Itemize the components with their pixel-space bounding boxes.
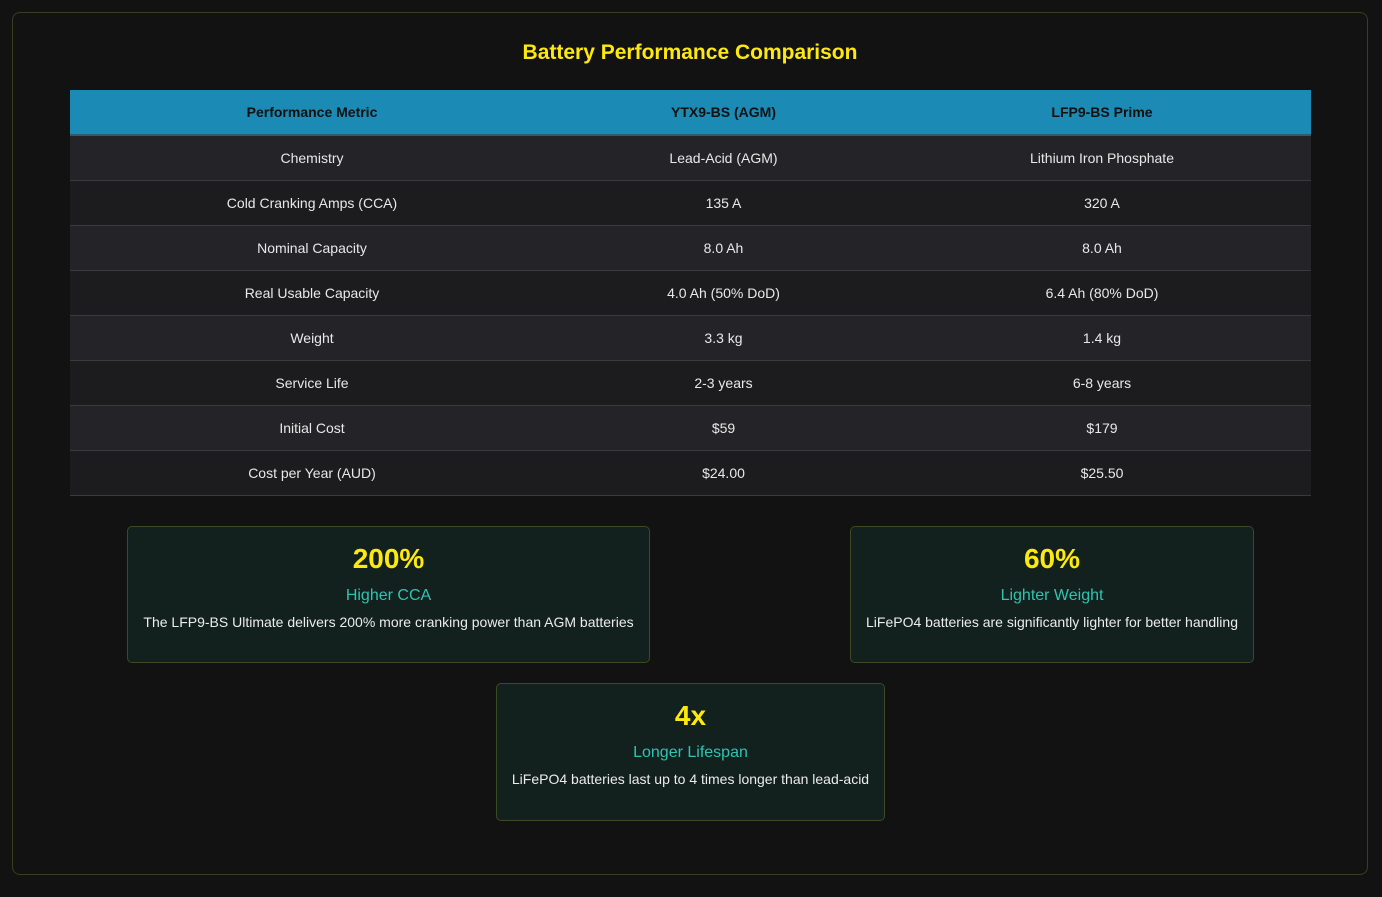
metric-cell: Cost per Year (AUD) (70, 450, 554, 496)
stat-card-lifespan: 4x Longer Lifespan LiFePO4 batteries las… (496, 683, 885, 821)
page-title: Battery Performance Comparison (522, 41, 858, 64)
table-header-row: Performance Metric YTX9-BS (AGM) LFP9-BS… (70, 90, 1311, 136)
lfp-cell: Lithium Iron Phosphate (893, 135, 1311, 181)
comparison-panel: Battery Performance Comparison Performan… (12, 12, 1368, 875)
header-agm: YTX9-BS (AGM) (554, 90, 893, 136)
stat-label: Lighter Weight (1000, 587, 1104, 604)
agm-cell: Lead-Acid (AGM) (554, 135, 893, 181)
table-row: Weight 3.3 kg 1.4 kg (70, 315, 1311, 361)
metric-cell: Chemistry (70, 135, 554, 181)
agm-cell: 4.0 Ah (50% DoD) (554, 270, 893, 316)
agm-cell: 2-3 years (554, 360, 893, 406)
metric-cell: Real Usable Capacity (70, 270, 554, 316)
stat-description: The LFP9-BS Ultimate delivers 200% more … (143, 614, 634, 630)
table-row: Service Life 2-3 years 6-8 years (70, 360, 1311, 406)
agm-cell: $24.00 (554, 450, 893, 496)
agm-cell: 3.3 kg (554, 315, 893, 361)
table-row: Cost per Year (AUD) $24.00 $25.50 (70, 450, 1311, 496)
stat-card-cca: 200% Higher CCA The LFP9-BS Ultimate del… (127, 526, 650, 663)
header-metric: Performance Metric (70, 90, 554, 136)
metric-cell: Initial Cost (70, 405, 554, 451)
lfp-cell: $179 (893, 405, 1311, 451)
table-row: Real Usable Capacity 4.0 Ah (50% DoD) 6.… (70, 270, 1311, 316)
lfp-cell: 6.4 Ah (80% DoD) (893, 270, 1311, 316)
comparison-table: Performance Metric YTX9-BS (AGM) LFP9-BS… (70, 90, 1311, 496)
lfp-cell: 8.0 Ah (893, 225, 1311, 271)
stat-value: 200% (352, 543, 425, 574)
stat-description: LiFePO4 batteries last up to 4 times lon… (511, 771, 870, 787)
lfp-cell: 320 A (893, 180, 1311, 226)
stat-label: Higher CCA (345, 587, 432, 604)
stat-value: 60% (1023, 543, 1081, 574)
table-row: Initial Cost $59 $179 (70, 405, 1311, 451)
metric-cell: Cold Cranking Amps (CCA) (70, 180, 554, 226)
table-row: Chemistry Lead-Acid (AGM) Lithium Iron P… (70, 135, 1311, 181)
table-row: Cold Cranking Amps (CCA) 135 A 320 A (70, 180, 1311, 226)
table-row: Nominal Capacity 8.0 Ah 8.0 Ah (70, 225, 1311, 271)
metric-cell: Service Life (70, 360, 554, 406)
header-lfp: LFP9-BS Prime (893, 90, 1311, 136)
agm-cell: 135 A (554, 180, 893, 226)
lfp-cell: 1.4 kg (893, 315, 1311, 361)
metric-cell: Weight (70, 315, 554, 361)
agm-cell: 8.0 Ah (554, 225, 893, 271)
stat-description: LiFePO4 batteries are significantly ligh… (866, 614, 1238, 630)
agm-cell: $59 (554, 405, 893, 451)
metric-cell: Nominal Capacity (70, 225, 554, 271)
lfp-cell: 6-8 years (893, 360, 1311, 406)
stat-value: 4x (674, 700, 707, 731)
stat-label: Longer Lifespan (633, 744, 748, 761)
lfp-cell: $25.50 (893, 450, 1311, 496)
stat-card-weight: 60% Lighter Weight LiFePO4 batteries are… (850, 526, 1254, 663)
